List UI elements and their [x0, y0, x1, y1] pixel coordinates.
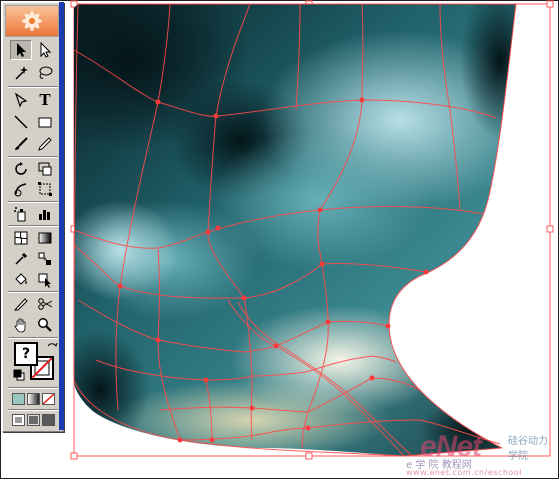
symbol-sprayer-tool[interactable]	[10, 204, 32, 224]
direct-selection-icon	[40, 42, 52, 58]
free-transform-tool[interactable]	[34, 179, 56, 199]
toolbox-separator	[8, 201, 58, 203]
toolbox-separator	[8, 156, 58, 158]
line-segment-tool[interactable]	[10, 112, 32, 132]
color-mode-icon[interactable]	[12, 393, 25, 405]
full-screen-mode-icon[interactable]	[42, 414, 55, 426]
selection-tool[interactable]	[10, 40, 32, 60]
toolbox-separator	[8, 387, 58, 389]
pencil-icon	[38, 137, 52, 151]
rotate-tool[interactable]	[10, 159, 32, 179]
hand-icon	[14, 318, 26, 333]
gradient-mode-icon[interactable]	[27, 393, 40, 405]
none-mode-icon[interactable]	[42, 393, 55, 405]
watermark-logo: eNet 硅谷动力 学院 e 学 院 教程网 www.enet.com.cn/e…	[406, 430, 556, 477]
rotate-icon	[15, 162, 27, 175]
pen-tool[interactable]	[10, 90, 32, 110]
mesh-tool[interactable]	[10, 228, 32, 248]
artboard-canvas[interactable]	[0, 0, 559, 479]
column-graph-icon	[39, 210, 50, 220]
swap-fill-stroke-icon[interactable]	[46, 342, 58, 354]
scale-icon	[38, 162, 52, 176]
scale-tool[interactable]	[34, 159, 56, 179]
palette-title-bar[interactable]	[59, 2, 64, 430]
rectangle-icon	[38, 117, 52, 128]
toolbox-separator	[8, 337, 58, 339]
pencil-tool[interactable]	[34, 134, 56, 154]
blend-tool[interactable]	[34, 249, 56, 269]
toolbox-separator	[8, 291, 58, 293]
hand-tool[interactable]	[10, 315, 32, 335]
column-graph-tool[interactable]	[34, 204, 56, 224]
fill-unknown-icon: ?	[21, 346, 31, 362]
watermark-url: www.enet.com.cn/eschool	[406, 468, 522, 477]
type-tool-icon: T	[39, 91, 51, 109]
zoom-tool[interactable]	[34, 315, 56, 335]
slice-tool[interactable]	[10, 294, 32, 314]
default-fill-stroke-icon[interactable]	[13, 369, 25, 381]
pen-icon	[14, 92, 28, 108]
full-screen-menu-mode-icon[interactable]	[27, 414, 40, 426]
magic-wand-icon	[15, 66, 28, 80]
zoom-icon	[38, 318, 52, 332]
warp-tool[interactable]	[10, 179, 32, 199]
symbol-sprayer-icon	[14, 207, 26, 222]
standard-screen-mode-icon[interactable]	[12, 414, 25, 426]
toolbox-separator	[8, 409, 58, 411]
gradient-icon	[38, 232, 52, 244]
rectangle-tool[interactable]	[34, 112, 56, 132]
line-segment-icon	[14, 115, 28, 129]
tools-palette[interactable]: T ?	[2, 2, 64, 432]
fill-swatch[interactable]: ?	[14, 342, 38, 366]
paintbrush-tool[interactable]	[10, 134, 32, 154]
live-paint-bucket-tool[interactable]	[10, 270, 32, 290]
slice-icon	[13, 298, 28, 311]
type-tool[interactable]: T	[34, 90, 56, 110]
direct-selection-tool[interactable]	[34, 40, 56, 60]
mesh-icon	[14, 231, 28, 245]
eyedropper-tool[interactable]	[10, 249, 32, 269]
selection-arrow-icon	[17, 43, 26, 57]
eyedropper-icon	[15, 253, 27, 265]
live-paint-bucket-icon	[15, 273, 27, 285]
lasso-tool[interactable]	[34, 63, 56, 83]
lasso-icon	[39, 66, 53, 79]
toolbox-separator	[8, 225, 58, 227]
gradient-tool[interactable]	[34, 228, 56, 248]
live-paint-selection-tool[interactable]	[34, 270, 56, 290]
scissors-tool[interactable]	[34, 294, 56, 314]
watermark-chinese: 硅谷动力 学院	[508, 436, 548, 462]
scissors-icon	[38, 298, 53, 310]
blend-icon	[38, 252, 51, 265]
magic-wand-tool[interactable]	[10, 63, 32, 83]
app-logo[interactable]	[5, 5, 59, 37]
paintbrush-icon	[15, 137, 28, 150]
toolbox-separator	[8, 86, 58, 88]
live-paint-selection-icon	[38, 273, 51, 288]
warp-icon	[14, 183, 27, 197]
gradient-mesh-object[interactable]	[10, 0, 559, 479]
free-transform-icon	[38, 182, 52, 196]
